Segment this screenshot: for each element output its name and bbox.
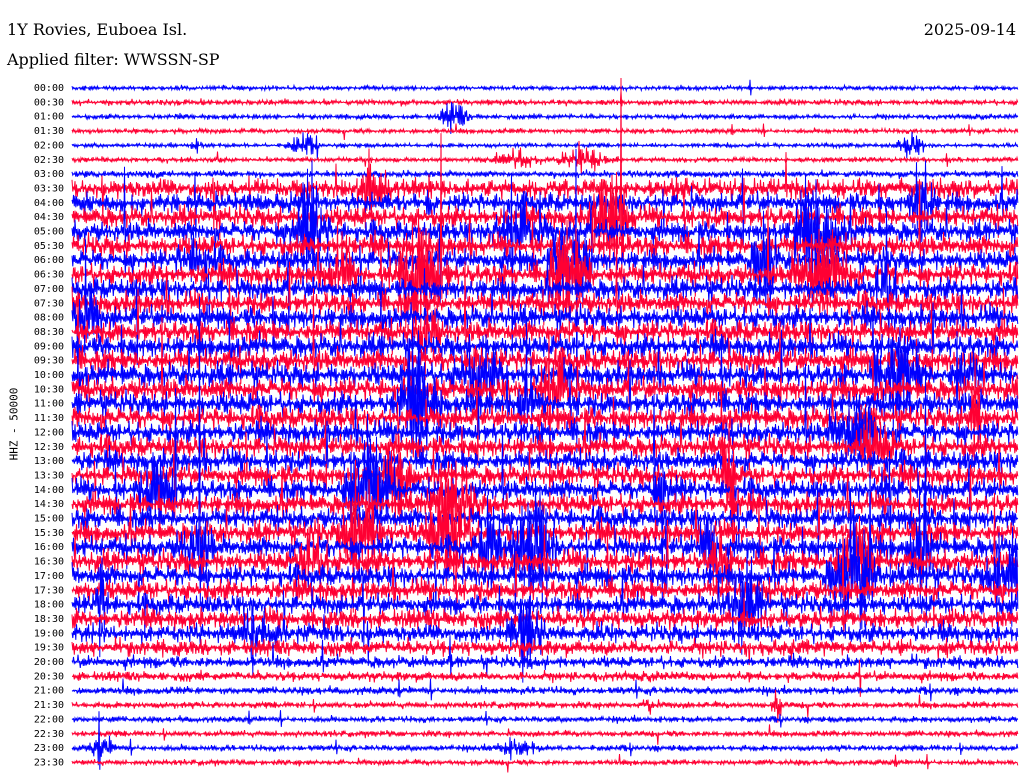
row-time-label: 02:00 (34, 140, 64, 151)
row-time-label: 17:00 (34, 571, 64, 582)
row-time-label: 10:30 (34, 384, 64, 395)
trace-row-2230 (71, 724, 1019, 745)
row-time-label: 02:30 (34, 155, 64, 166)
trace-row-0630 (71, 133, 1019, 343)
row-time-label: 09:30 (34, 356, 64, 367)
trace-row-2200 (71, 710, 1019, 728)
row-time-label: 00:30 (34, 97, 64, 108)
row-time-label: 07:00 (34, 284, 64, 295)
row-time-label: 23:30 (34, 757, 64, 768)
trace-row-0000 (71, 79, 1019, 96)
row-time-label: 15:30 (34, 528, 64, 539)
row-time-label: 18:00 (34, 600, 64, 611)
row-time-label: 12:30 (34, 442, 64, 453)
row-time-label: 16:00 (34, 542, 64, 553)
row-time-label: 12:00 (34, 427, 64, 438)
row-time-label: 06:30 (34, 270, 64, 281)
row-time-label: 15:00 (34, 514, 64, 525)
channel-axis-label: HHZ - 50000 (7, 387, 21, 461)
row-time-label: 03:00 (34, 169, 64, 180)
helicorder-plot: 00:00 00:30 01:00 01:30 02:00 02:30 03:00 03:30… (34, 77, 1019, 773)
row-time-label: 23:00 (34, 743, 64, 754)
row-time-label: 13:30 (34, 470, 64, 481)
row-time-label: 13:00 (34, 456, 64, 467)
row-time-label: 05:30 (34, 241, 64, 252)
row-time-label: 14:00 (34, 485, 64, 496)
row-time-label: 04:30 (34, 212, 64, 223)
row-time-label: 18:30 (34, 614, 64, 625)
trace-row-0300 (71, 169, 1019, 180)
row-time-label: 16:30 (34, 557, 64, 568)
row-time-label: 14:30 (34, 499, 64, 510)
trace-row-0030 (71, 91, 1019, 107)
row-time-label: 04:00 (34, 198, 64, 209)
row-time-label: 00:00 (34, 83, 64, 94)
row-time-label: 19:00 (34, 628, 64, 639)
row-time-label: 20:30 (34, 671, 64, 682)
row-time-label: 07:30 (34, 298, 64, 309)
record-date: 2025-09-14 (923, 20, 1016, 39)
filter-subtitle: Applied filter: WWSSN-SP (7, 50, 220, 69)
row-time-label: 21:30 (34, 700, 64, 711)
row-time-label: 22:00 (34, 714, 64, 725)
row-time-label: 11:00 (34, 399, 64, 410)
row-time-label: 20:00 (34, 657, 64, 668)
trace-row-2100 (71, 678, 1019, 702)
row-time-label: 06:00 (34, 255, 64, 266)
row-time-label: 08:30 (34, 327, 64, 338)
row-time-label: 05:00 (34, 227, 64, 238)
row-time-label: 08:00 (34, 313, 64, 324)
trace-layer (71, 77, 1019, 773)
row-time-label: 19:30 (34, 643, 64, 654)
trace-row-2330 (71, 753, 1019, 773)
row-time-label: 01:00 (34, 112, 64, 123)
row-time-label: 11:30 (34, 413, 64, 424)
trace-row-0200 (71, 131, 1019, 160)
row-time-label: 01:30 (34, 126, 64, 137)
row-time-label: 09:00 (34, 341, 64, 352)
row-time-label: 03:30 (34, 183, 64, 194)
station-title: 1Y Rovies, Euboea Isl. (7, 20, 188, 39)
time-label-layer: 00:00 00:30 01:00 01:30 02:00 02:30 03:00 03:30… (34, 83, 64, 768)
row-time-label: 22:30 (34, 729, 64, 740)
row-time-label: 17:30 (34, 585, 64, 596)
row-time-label: 21:00 (34, 686, 64, 697)
row-time-label: 10:00 (34, 370, 64, 381)
trace-row-0130 (71, 123, 1019, 141)
